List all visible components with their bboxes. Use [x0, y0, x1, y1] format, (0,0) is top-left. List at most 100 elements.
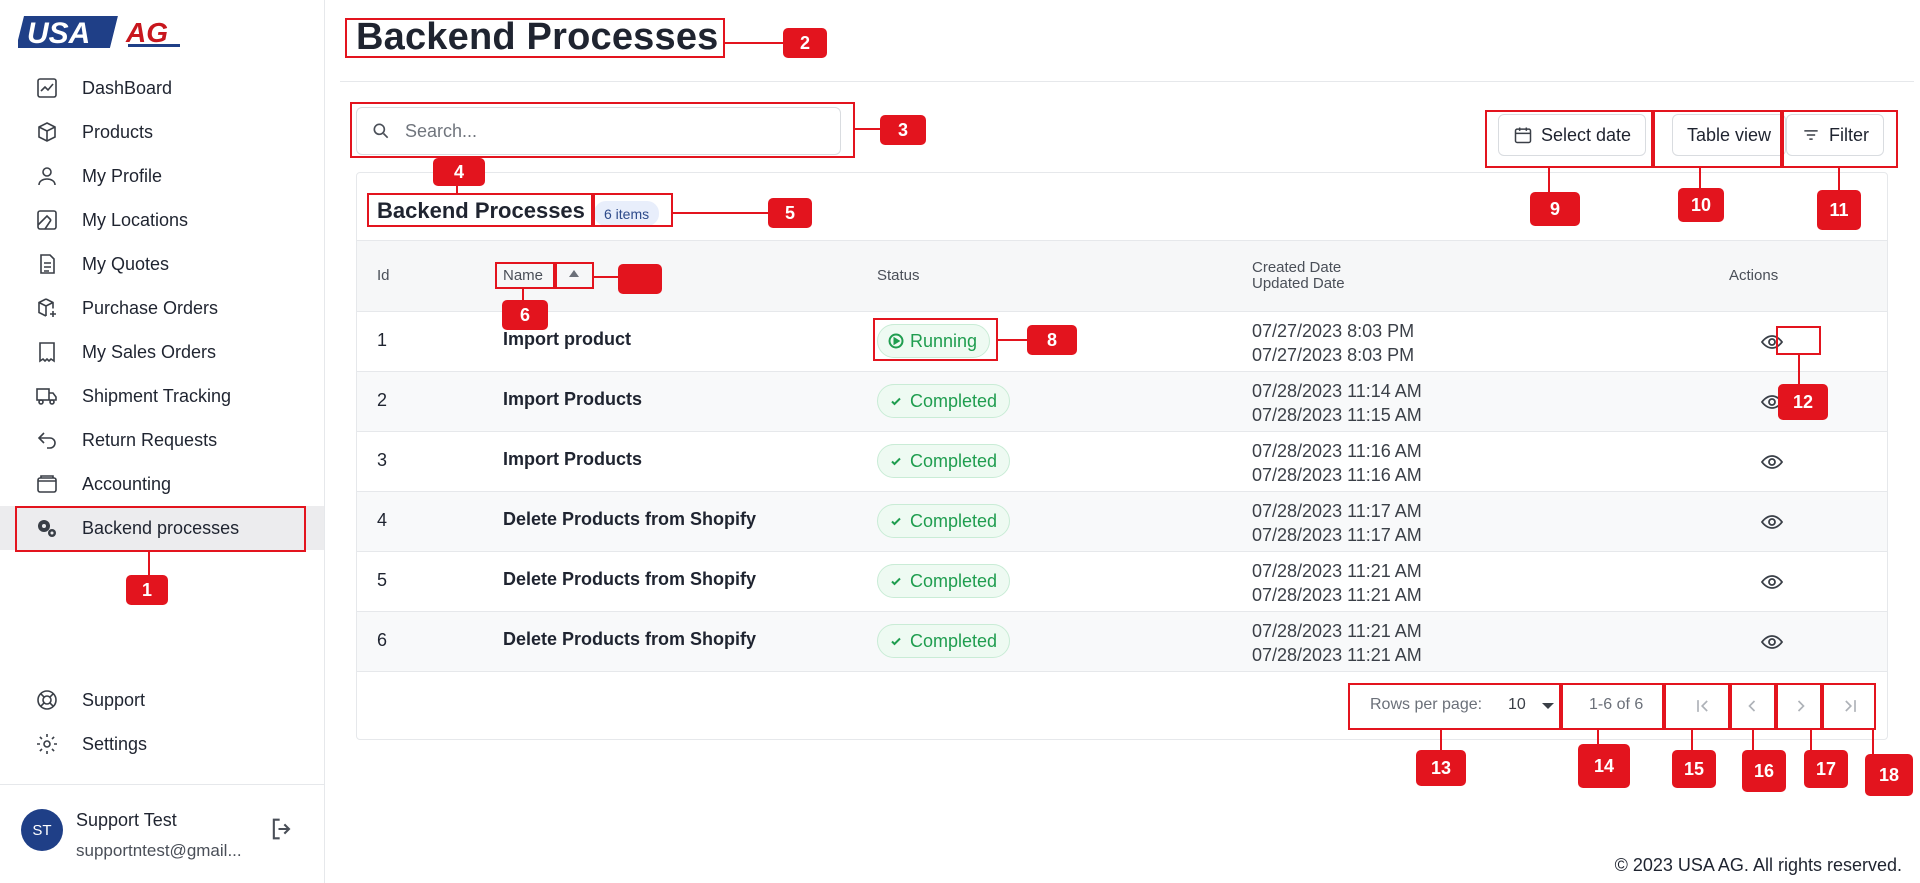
created-date: 07/28/2023 11:16 AM [1252, 441, 1422, 461]
column-header-id[interactable]: Id [377, 267, 390, 284]
column-header-updated-date[interactable]: Updated Date [1252, 275, 1345, 292]
annotation-tag: 18 [1865, 754, 1913, 796]
annotation-tag: 13 [1416, 750, 1466, 786]
annotation-box [1485, 110, 1653, 168]
row-id: 4 [377, 510, 388, 530]
updated-date: 07/28/2023 11:21 AM [1252, 585, 1422, 605]
svg-text:AG: AG [125, 17, 168, 48]
sidebar-item-settings[interactable]: Settings [0, 722, 324, 766]
row-name: Import Products [503, 389, 643, 409]
annotation-tag: 17 [1804, 750, 1848, 788]
status-badge-completed: Completed [877, 384, 1011, 418]
sidebar-item-label: DashBoard [82, 77, 173, 98]
sidebar-item-products[interactable]: Products [0, 110, 324, 154]
sidebar-item-my-locations[interactable]: My Locations [0, 198, 324, 242]
sidebar-bottom-nav: Support Settings [0, 678, 324, 766]
annotation-box [1664, 683, 1730, 730]
status-label: Completed [910, 630, 998, 651]
user-email: supportntest@gmail... [76, 841, 242, 860]
sidebar-item-my-sales-orders[interactable]: My Sales Orders [0, 330, 324, 374]
sidebar-item-my-quotes[interactable]: My Quotes [0, 242, 324, 286]
annotation-line [1440, 730, 1442, 752]
status-badge-completed: Completed [877, 444, 1011, 478]
status-label: Completed [910, 510, 998, 531]
status-label: Completed [910, 450, 998, 471]
row-dates: 07/27/2023 8:03 PM 07/27/2023 8:03 PM [1252, 319, 1414, 367]
sidebar-item-my-profile[interactable]: My Profile [0, 154, 324, 198]
table-row[interactable]: 3 Import Products Completed 07/28/2023 1… [357, 432, 1887, 492]
status-label: Completed [910, 390, 998, 411]
created-date: 07/28/2023 11:21 AM [1252, 621, 1422, 641]
app-root: USA AG DashBoard Products My Profile My [0, 0, 1920, 883]
annotation-box [1776, 326, 1821, 355]
annotation-line [1872, 730, 1874, 756]
annotation-line [1752, 730, 1754, 752]
view-eye-icon[interactable] [1760, 510, 1784, 534]
row-id: 5 [377, 570, 388, 590]
annotation-line [673, 212, 768, 214]
created-date: 07/28/2023 11:14 AM [1252, 381, 1422, 401]
gear-icon [34, 731, 60, 757]
status-badge-completed: Completed [877, 504, 1011, 538]
table-row[interactable]: 6 Delete Products from Shopify Completed… [357, 612, 1887, 672]
processes-table-card: Backend Processes 6 items Id Name Status… [356, 172, 1888, 740]
view-eye-icon[interactable] [1760, 630, 1784, 654]
status-label: Completed [910, 570, 998, 591]
annotation-box [1348, 683, 1561, 730]
annotation-tag: 3 [880, 115, 926, 145]
sidebar-item-label: Settings [82, 733, 148, 754]
table-row[interactable]: 5 Delete Products from Shopify Completed… [357, 552, 1887, 612]
sidebar-item-label: Accounting [82, 473, 172, 494]
title-divider [340, 81, 1914, 82]
annotation-tag: 16 [1742, 750, 1786, 792]
sidebar-item-accounting[interactable]: Accounting [0, 462, 324, 506]
annotation-tag: 6 [502, 300, 548, 330]
annotation-line [1798, 355, 1800, 385]
sidebar-item-label: Return Requests [82, 429, 218, 450]
footer-copyright: © 2023 USA AG. All rights reserved. [1614, 855, 1902, 875]
sidebar-item-purchase-orders[interactable]: Purchase Orders [0, 286, 324, 330]
annotation-line [1838, 168, 1840, 192]
annotation-box [1776, 683, 1822, 730]
sidebar-item-support[interactable]: Support [0, 678, 324, 722]
row-dates: 07/28/2023 11:16 AM 07/28/2023 11:16 AM [1252, 439, 1422, 487]
view-eye-icon[interactable] [1760, 450, 1784, 474]
sidebar-item-shipment-tracking[interactable]: Shipment Tracking [0, 374, 324, 418]
row-dates: 07/28/2023 11:21 AM 07/28/2023 11:21 AM [1252, 559, 1422, 607]
annotation-tag: 2 [783, 28, 827, 58]
avatar[interactable]: ST [21, 809, 63, 851]
return-arrow-icon [34, 427, 60, 453]
row-id: 3 [377, 450, 388, 470]
view-eye-icon[interactable] [1760, 570, 1784, 594]
map-icon [34, 207, 60, 233]
check-icon [891, 637, 901, 646]
annotation-tag: 9 [1530, 192, 1580, 226]
usa-ag-logo[interactable]: USA AG [16, 14, 186, 50]
user-icon [34, 163, 60, 189]
sidebar-item-return-requests[interactable]: Return Requests [0, 418, 324, 462]
annotation-box [1822, 683, 1876, 730]
annotation-tag [618, 264, 662, 294]
sidebar-item-dashboard[interactable]: DashBoard [0, 66, 324, 110]
status-badge-completed: Completed [877, 564, 1011, 598]
lifebuoy-icon [34, 687, 60, 713]
table-row[interactable]: 2 Import Products Completed 07/28/2023 1… [357, 372, 1887, 432]
status-badge-completed: Completed [877, 624, 1011, 658]
row-name: Import Products [503, 449, 643, 469]
updated-date: 07/28/2023 11:17 AM [1252, 525, 1422, 545]
annotation-line [998, 339, 1028, 341]
column-header-created-date[interactable]: Created Date [1252, 259, 1341, 276]
annotation-box [1653, 110, 1782, 168]
annotation-line [594, 276, 619, 278]
annotation-box [345, 18, 725, 58]
column-header-status[interactable]: Status [877, 267, 920, 284]
logout-icon[interactable] [268, 815, 296, 843]
row-dates: 07/28/2023 11:14 AM 07/28/2023 11:15 AM [1252, 379, 1422, 427]
receipt-icon [34, 339, 60, 365]
annotation-line [1548, 168, 1550, 193]
table-row[interactable]: 4 Delete Products from Shopify Completed… [357, 492, 1887, 552]
table-row[interactable]: 1 Import product Running 07/27/2023 8:03… [357, 312, 1887, 372]
annotation-box [495, 262, 555, 289]
row-name: Import product [503, 329, 631, 349]
row-name: Delete Products from Shopify [503, 569, 757, 589]
